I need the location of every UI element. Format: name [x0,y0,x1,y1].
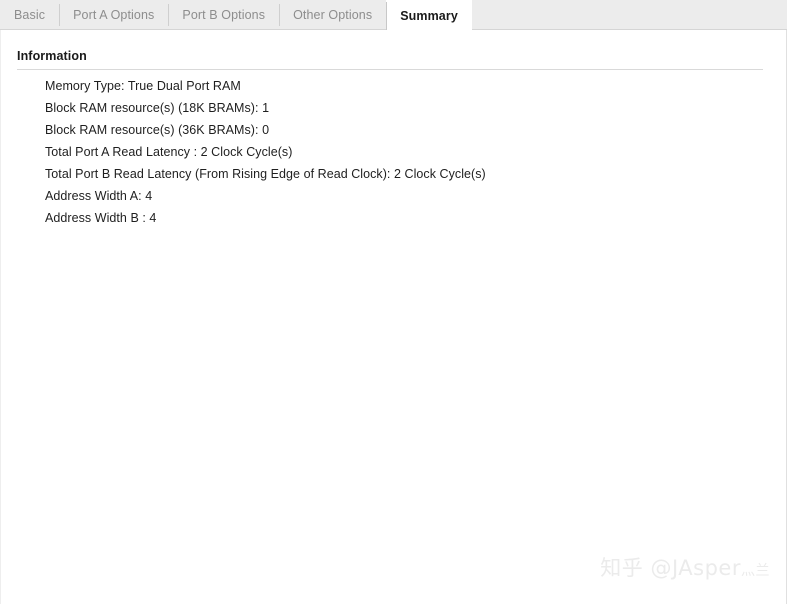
tab-list: Basic Port A Options Port B Options Othe… [0,0,472,31]
information-section-title: Information [17,49,87,63]
tab-basic[interactable]: Basic [0,0,59,30]
info-line-port-a-read-latency: Total Port A Read Latency : 2 Clock Cycl… [45,145,293,159]
tab-strip: Basic Port A Options Port B Options Othe… [0,0,787,31]
tab-summary-label: Summary [400,8,458,23]
information-list: Memory Type: True Dual Port RAM Block RA… [45,75,776,229]
tab-port-a-options[interactable]: Port A Options [59,0,168,30]
info-line-address-width-a: Address Width A: 4 [45,189,153,203]
watermark: 知乎 @JAsper灬兰 [600,552,770,582]
tab-port-b-options[interactable]: Port B Options [168,0,279,30]
info-line-memory-type: Memory Type: True Dual Port RAM [45,79,241,93]
summary-content-panel: Information Memory Type: True Dual Port … [0,30,787,604]
tab-port-b-options-label: Port B Options [182,8,266,22]
block-memory-generator-window: Basic Port A Options Port B Options Othe… [0,0,787,604]
watermark-prefix: 知乎 @JAsper [600,556,741,580]
tab-other-options-label: Other Options [293,8,373,22]
info-line-address-width-b: Address Width B : 4 [45,211,157,225]
tab-other-options[interactable]: Other Options [279,0,386,30]
tab-summary[interactable]: Summary [386,0,472,31]
watermark-suffix: 灬兰 [741,563,770,579]
tab-port-a-options-label: Port A Options [73,8,155,22]
tab-basic-label: Basic [14,8,46,22]
info-line-block-ram-18k: Block RAM resource(s) (18K BRAMs): 1 [45,101,270,115]
section-divider [17,69,763,70]
info-line-port-b-read-latency: Total Port B Read Latency (From Rising E… [45,167,486,181]
info-line-block-ram-36k: Block RAM resource(s) (36K BRAMs): 0 [45,123,270,137]
